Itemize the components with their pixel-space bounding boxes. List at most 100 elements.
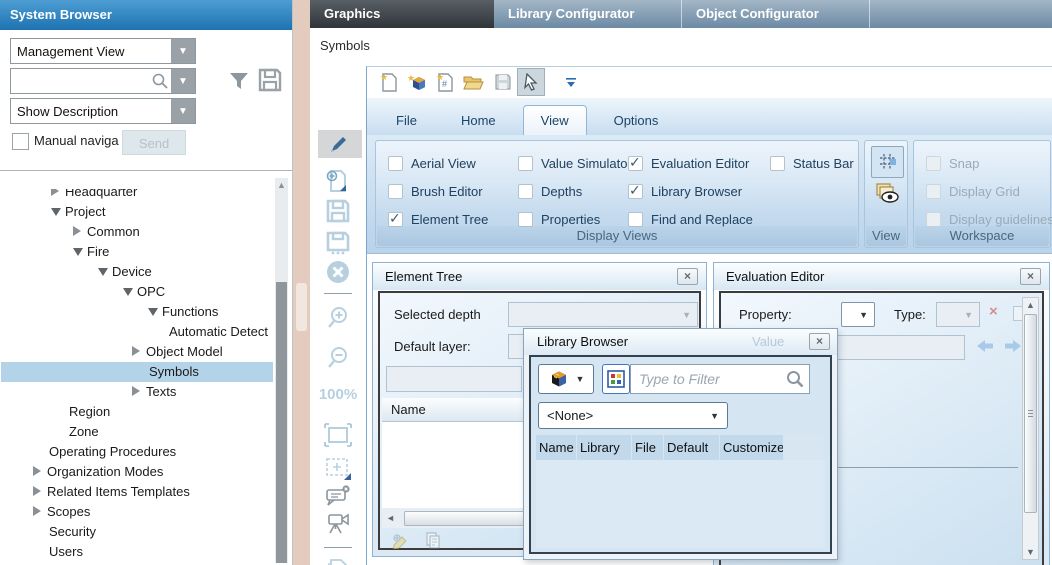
- ribbon-tab-options[interactable]: Options: [597, 106, 676, 135]
- checkbox-box-display-grid[interactable]: [926, 184, 941, 199]
- new-object-icon[interactable]: ★: [405, 70, 429, 94]
- checkbox-status-bar[interactable]: Status Bar: [770, 149, 860, 177]
- tree-item-functions[interactable]: Functions: [1, 302, 273, 322]
- tree-item-organization-modes[interactable]: Organization Modes: [1, 462, 273, 482]
- open-icon[interactable]: [461, 70, 485, 94]
- save-icon[interactable]: [310, 198, 366, 224]
- chevron-collapsed-icon[interactable]: [33, 462, 47, 482]
- library-column-empty[interactable]: [784, 435, 824, 460]
- tab-object-configurator[interactable]: Object Configurator: [682, 0, 870, 28]
- save-as-icon[interactable]: [310, 230, 366, 256]
- property-dropdown[interactable]: ▼: [841, 302, 875, 327]
- chevron-down-icon[interactable]: ▼: [171, 99, 195, 123]
- tree-item-opc[interactable]: OPC: [1, 282, 273, 302]
- layer-name-field[interactable]: [386, 366, 522, 392]
- zoom-level-label[interactable]: 100%: [310, 386, 366, 403]
- close-icon[interactable]: ×: [677, 268, 698, 285]
- tree-item-texts[interactable]: Texts: [1, 382, 273, 402]
- chevron-collapsed-icon[interactable]: [33, 482, 47, 502]
- send-button[interactable]: Send: [122, 130, 186, 155]
- library-column-file[interactable]: File: [632, 435, 663, 460]
- library-column-name[interactable]: Name: [536, 435, 576, 460]
- tree-item-headquarter[interactable]: Headquarter: [1, 189, 273, 202]
- checkbox-snap[interactable]: Snap: [926, 149, 1052, 177]
- splitter-handle[interactable]: [296, 283, 307, 331]
- edit-pen-icon[interactable]: [310, 132, 366, 156]
- tab-library-configurator[interactable]: Library Configurator: [494, 0, 682, 28]
- checkbox-evaluation-editor[interactable]: Evaluation Editor: [628, 149, 770, 177]
- cancel-icon[interactable]: [310, 260, 366, 284]
- save-icon[interactable]: [491, 70, 515, 94]
- library-column-customized[interactable]: Customized: [720, 435, 783, 460]
- camera-icon[interactable]: [310, 510, 366, 536]
- search-dropdown-icon[interactable]: ▼: [171, 69, 195, 93]
- chevron-collapsed-icon[interactable]: [51, 189, 65, 202]
- grid-view-button[interactable]: [871, 146, 904, 178]
- chevron-collapsed-icon[interactable]: [73, 222, 87, 242]
- checkbox-box-brush-editor[interactable]: [388, 184, 403, 199]
- scrollbar-thumb[interactable]: [1024, 314, 1037, 513]
- filter-icon[interactable]: [226, 68, 252, 94]
- checkbox-aerial-view[interactable]: Aerial View: [388, 149, 518, 177]
- chevron-expanded-icon[interactable]: [73, 242, 87, 262]
- type-dropdown[interactable]: ▼: [936, 302, 980, 327]
- tree-item-symbols[interactable]: Symbols: [1, 362, 273, 382]
- tree-item-common[interactable]: Common: [1, 222, 273, 242]
- checkbox-box-snap[interactable]: [926, 156, 941, 171]
- scroll-up-icon[interactable]: ▲: [275, 178, 288, 192]
- chevron-expanded-icon[interactable]: [98, 262, 112, 282]
- chevron-expanded-icon[interactable]: [148, 302, 162, 322]
- delete-condition-icon[interactable]: ×: [989, 303, 998, 320]
- tree-item-scopes[interactable]: Scopes: [1, 502, 273, 522]
- checkbox-box-display-guidelines[interactable]: [926, 212, 941, 227]
- scroll-left-icon[interactable]: ◄: [386, 511, 395, 525]
- tree-item-project[interactable]: Project: [1, 202, 273, 222]
- page-icon[interactable]: [310, 557, 366, 565]
- scroll-up-icon[interactable]: ▲: [1023, 298, 1038, 312]
- new-file-icon[interactable]: ★: [377, 70, 401, 94]
- tab-graphics[interactable]: Graphics: [310, 0, 494, 28]
- pointer-tool-icon[interactable]: [519, 70, 543, 94]
- checkbox-box-value-simulator[interactable]: [518, 156, 533, 171]
- close-icon[interactable]: ×: [1020, 268, 1041, 285]
- checkbox-box-element-tree[interactable]: [388, 212, 403, 227]
- checkbox-value-simulator[interactable]: Value Simulator: [518, 149, 628, 177]
- library-column-default[interactable]: Default: [664, 435, 719, 460]
- tree-item-automatic-detect[interactable]: Automatic Detect: [1, 322, 273, 342]
- library-table-body[interactable]: [536, 460, 825, 548]
- chevron-down-icon[interactable]: ▼: [171, 39, 195, 63]
- tree-item-region[interactable]: Region: [1, 402, 273, 422]
- highlight-tool-icon[interactable]: [392, 533, 410, 552]
- tree-item-zone[interactable]: Zone: [1, 422, 273, 442]
- chevron-expanded-icon[interactable]: [51, 202, 65, 222]
- checkbox-brush-editor[interactable]: Brush Editor: [388, 177, 518, 205]
- fit-to-view-icon[interactable]: [310, 422, 366, 448]
- display-mode-dropdown[interactable]: Show Description ▼: [10, 98, 196, 124]
- arrow-left-icon[interactable]: [975, 338, 995, 357]
- checkbox-box-library-browser[interactable]: [628, 184, 643, 199]
- zoom-in-icon[interactable]: [310, 305, 366, 331]
- comment-icon[interactable]: [310, 484, 366, 508]
- new-document-icon[interactable]: [310, 168, 366, 194]
- toolbar-options-icon[interactable]: [559, 70, 583, 94]
- save-filter-icon[interactable]: [256, 66, 284, 94]
- checkbox-box-find-and-replace[interactable]: [628, 212, 643, 227]
- tree-item-related-items-templates[interactable]: Related Items Templates: [1, 482, 273, 502]
- tree-item-users[interactable]: Users: [1, 542, 273, 562]
- arrow-right-icon[interactable]: [1003, 338, 1023, 357]
- checkbox-box-status-bar[interactable]: [770, 156, 785, 171]
- checkbox-box-aerial-view[interactable]: [388, 156, 403, 171]
- scrollbar-thumb[interactable]: [276, 282, 287, 563]
- tree-scrollbar[interactable]: ▲: [275, 178, 288, 563]
- checkbox-box-properties[interactable]: [518, 212, 533, 227]
- checkbox-library-browser[interactable]: Library Browser: [628, 177, 770, 205]
- library-source-dropdown[interactable]: ▼: [538, 364, 594, 394]
- tree-item-fire[interactable]: Fire: [1, 242, 273, 262]
- ribbon-tab-home[interactable]: Home: [444, 106, 513, 135]
- display-layers-icon[interactable]: [874, 181, 900, 208]
- ribbon-tab-file[interactable]: File: [379, 106, 434, 135]
- zoom-out-icon[interactable]: [310, 345, 366, 371]
- center-view-icon[interactable]: [310, 456, 366, 482]
- library-view-button[interactable]: [602, 364, 630, 394]
- chevron-collapsed-icon[interactable]: [132, 382, 146, 402]
